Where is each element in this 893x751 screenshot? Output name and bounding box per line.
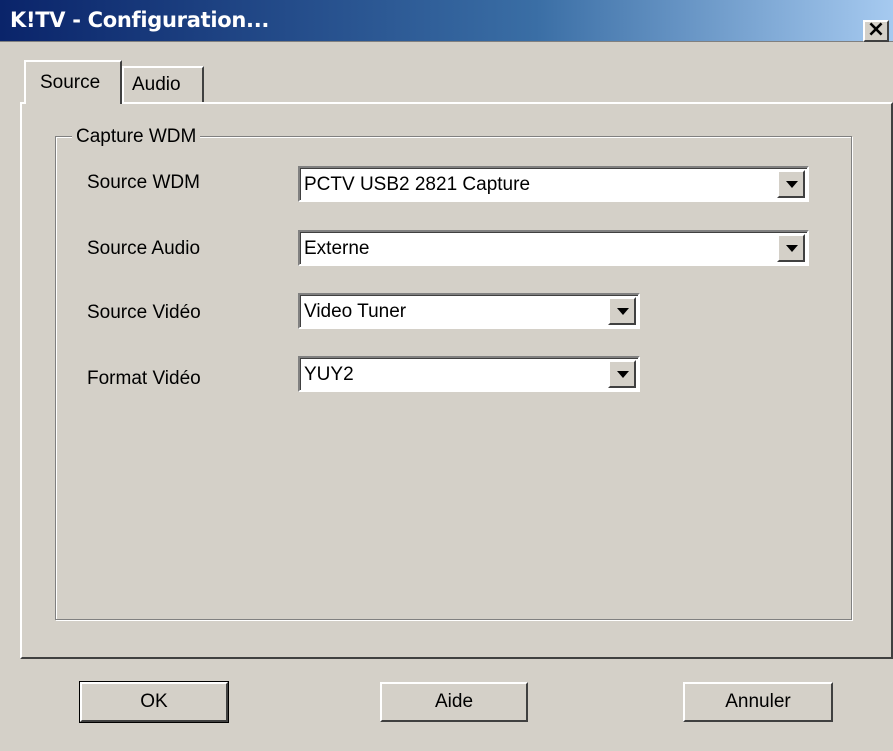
source-wdm-select[interactable]: PCTV USB2 2821 Capture (298, 166, 809, 202)
chevron-down-icon[interactable] (777, 234, 805, 262)
source-wdm-label: Source WDM (87, 172, 200, 193)
chevron-down-icon[interactable] (608, 297, 636, 325)
source-wdm-value: PCTV USB2 2821 Capture (304, 174, 531, 195)
group-label: Capture WDM (72, 126, 201, 148)
ok-button[interactable]: OK (79, 681, 229, 723)
cancel-button[interactable]: Annuler (683, 682, 833, 722)
chevron-down-icon[interactable] (608, 360, 636, 388)
source-video-label: Source Vidéo (87, 302, 201, 323)
chevron-down-icon[interactable] (777, 170, 805, 198)
tab-audio[interactable]: Audio (122, 66, 204, 102)
source-video-select[interactable]: Video Tuner (298, 293, 640, 329)
help-button[interactable]: Aide (380, 682, 528, 722)
format-video-label: Format Vidéo (87, 368, 201, 389)
format-video-select[interactable]: YUY2 (298, 356, 640, 392)
format-video-value: YUY2 (304, 364, 354, 385)
window-title: K!TV - Configuration... (10, 8, 270, 32)
source-audio-select[interactable]: Externe (298, 230, 809, 266)
source-audio-label: Source Audio (87, 238, 201, 259)
tab-source[interactable]: Source (24, 60, 122, 104)
source-video-value: Video Tuner (304, 301, 407, 322)
close-button[interactable]: × (863, 19, 889, 42)
title-bar: K!TV - Configuration... × (0, 0, 893, 42)
source-audio-value: Externe (304, 238, 370, 259)
